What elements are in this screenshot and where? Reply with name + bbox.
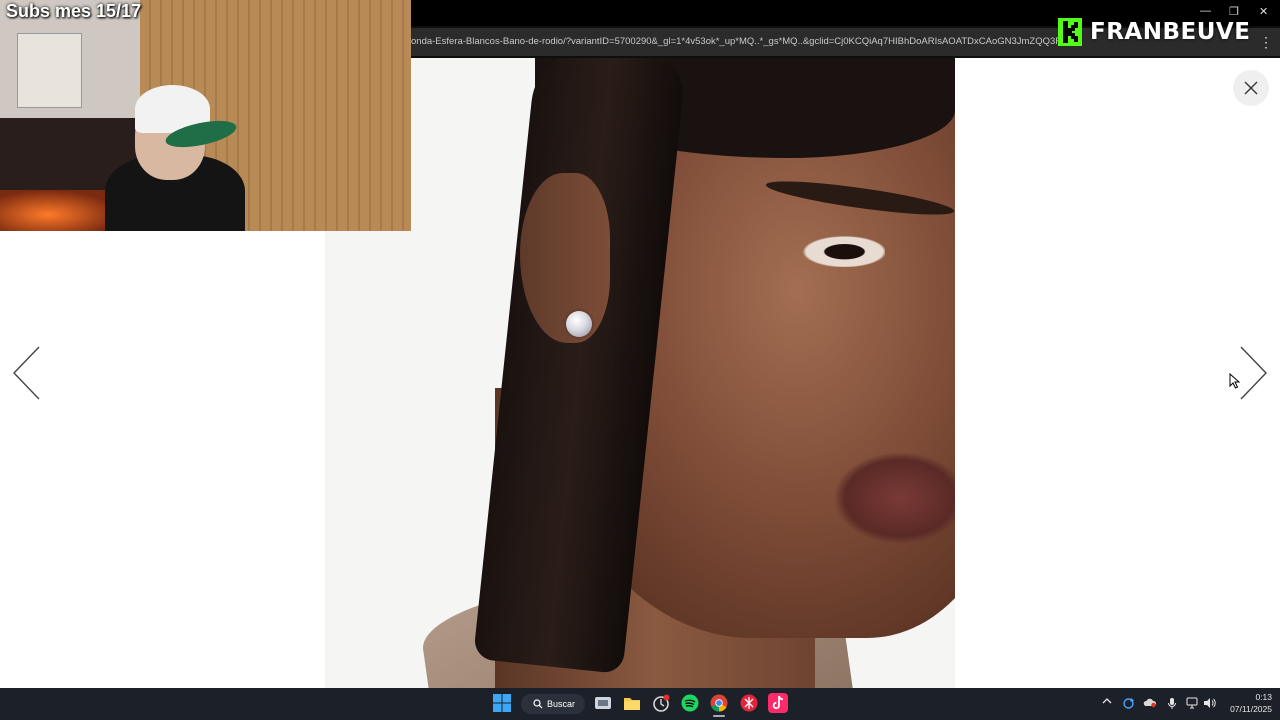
- volume-icon[interactable]: [1203, 697, 1217, 712]
- windows-start-icon[interactable]: [492, 693, 512, 713]
- minimize-button[interactable]: —: [1200, 5, 1211, 17]
- file-explorer-icon[interactable]: [622, 693, 642, 713]
- streamer-brand: FRANBEUVE: [1058, 17, 1250, 47]
- webcam-overlay: [0, 0, 411, 231]
- search-label: Buscar: [547, 699, 576, 709]
- brand-name: FRANBEUVE: [1090, 19, 1251, 45]
- window-close-button[interactable]: ✕: [1259, 5, 1268, 18]
- search-icon: [533, 699, 543, 709]
- task-view-icon[interactable]: [593, 693, 613, 713]
- taskbar-clock[interactable]: 0:13 07/11/2025: [1220, 691, 1272, 715]
- chrome-active-indicator: [713, 715, 725, 717]
- cloud-icon[interactable]: [1143, 697, 1157, 711]
- lightbox-close-button[interactable]: [1233, 70, 1269, 106]
- red-app-icon[interactable]: [739, 693, 759, 713]
- previous-image-button[interactable]: [12, 345, 42, 401]
- app-notification-icon[interactable]: [651, 693, 671, 713]
- subs-counter: Subs mes 15/17: [6, 1, 142, 21]
- tiktok-icon[interactable]: [768, 693, 788, 713]
- kick-logo-icon: [1058, 18, 1082, 46]
- browser-menu-button[interactable]: ⋮: [1259, 33, 1273, 51]
- spotify-icon[interactable]: [680, 693, 700, 713]
- taskbar-search[interactable]: Buscar: [521, 694, 585, 714]
- tray-overflow-icon[interactable]: [1102, 697, 1112, 708]
- close-icon: [1244, 81, 1258, 95]
- network-icon[interactable]: [1186, 697, 1199, 712]
- chevron-left-icon: [13, 346, 40, 400]
- microphone-icon[interactable]: [1167, 697, 1177, 713]
- chevron-right-icon: [1240, 346, 1267, 400]
- chrome-icon[interactable]: [709, 693, 729, 713]
- sync-icon[interactable]: [1122, 697, 1135, 713]
- earring: [566, 311, 592, 337]
- url-text[interactable]: onda-Esfera-Blancos-Bano-de-rodio/?varia…: [411, 36, 1061, 47]
- product-photo: [325, 58, 955, 688]
- clock-time: 0:13: [1255, 692, 1272, 702]
- mouse-cursor-icon: [1229, 372, 1241, 394]
- next-image-button[interactable]: [1238, 345, 1268, 401]
- clock-date: 07/11/2025: [1230, 704, 1272, 714]
